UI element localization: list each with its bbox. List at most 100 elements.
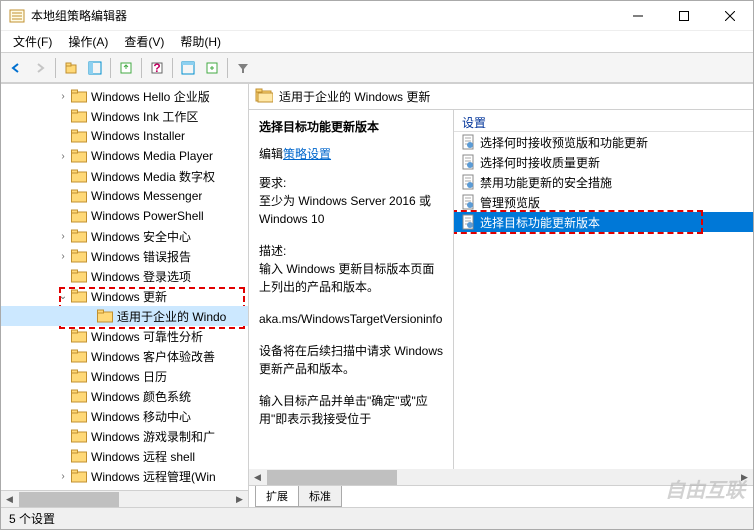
folder-icon [71,389,87,403]
expand-icon[interactable]: › [57,230,69,242]
collapse-icon[interactable]: ⌄ [57,290,69,302]
tree-item-label: Windows 游戏录制和广 [91,428,215,445]
details-panel: 适用于企业的 Windows 更新 选择目标功能更新版本 编辑策略设置 要求: … [249,84,753,507]
edit-policy-link[interactable]: 策略设置 [283,147,331,161]
tree-body[interactable]: ›Windows Hello 企业版Windows Ink 工作区Windows… [1,84,248,490]
tree-item[interactable]: Windows 登录选项 [1,266,248,286]
setting-item-label: 管理预览版 [480,194,540,211]
tree-item-label: Windows 远程 shell [91,448,195,465]
forward-button[interactable] [29,57,51,79]
setting-item[interactable]: 管理预览版 [454,192,753,212]
tree-item[interactable]: Windows 游戏录制和广 [1,426,248,446]
menu-view[interactable]: 查看(V) [116,31,172,52]
setting-item[interactable]: 选择何时接收质量更新 [454,152,753,172]
minimize-button[interactable] [615,1,661,31]
menu-action[interactable]: 操作(A) [60,31,116,52]
menu-help[interactable]: 帮助(H) [172,31,229,52]
tree-item-label: Windows Messenger [91,189,202,203]
show-hide-tree-button[interactable] [84,57,106,79]
tree-item-label: Windows Media Player [91,149,213,163]
scroll-left-icon[interactable]: ◀ [249,469,266,486]
tree-item[interactable]: Windows Installer [1,126,248,146]
setting-item[interactable]: 选择目标功能更新版本 [454,212,753,232]
description-panel: 选择目标功能更新版本 编辑策略设置 要求: 至少为 Windows Server… [249,110,454,485]
gpedit-window: 本地组策略编辑器 文件(F) 操作(A) 查看(V) 帮助(H) ? [0,0,754,530]
policy-icon [460,214,476,230]
tree-item-label: Windows 客户体验改善 [91,348,215,365]
refresh-button[interactable]: ? [146,57,168,79]
tree-item[interactable]: Windows 颜色系统 [1,386,248,406]
tree-item[interactable]: › Windows 安全中心 [1,226,248,246]
setting-item[interactable]: 禁用功能更新的安全措施 [454,172,753,192]
tab-extended[interactable]: 扩展 [255,486,299,507]
folder-icon [71,189,87,203]
folder-icon [71,149,87,163]
tree-item-label: Windows 安全中心 [91,228,191,245]
setting-item-label: 选择何时接收质量更新 [480,154,600,171]
setting-item-label: 选择何时接收预览版和功能更新 [480,134,648,151]
toolbar: ? [1,53,753,83]
statusbar-text: 5 个设置 [9,510,55,527]
filter-button[interactable] [232,57,254,79]
expand-icon[interactable]: › [57,90,69,102]
edit-policy-line: 编辑策略设置 [259,145,443,162]
tree-item[interactable]: Windows 移动中心 [1,406,248,426]
properties-button[interactable] [177,57,199,79]
tree-item[interactable]: Windows Ink 工作区 [1,106,248,126]
settings-column-header[interactable]: 设置 [454,110,753,132]
policy-icon [460,174,476,190]
tree-scrollbar-h[interactable]: ◀ ▶ [1,490,248,507]
svg-text:?: ? [153,61,160,75]
tree-item-label: Windows Hello 企业版 [91,88,210,105]
setting-item-label: 禁用功能更新的安全措施 [480,174,612,191]
close-button[interactable] [707,1,753,31]
settings-list[interactable]: 选择何时接收预览版和功能更新选择何时接收质量更新禁用功能更新的安全措施管理预览版… [454,132,753,485]
help-button[interactable] [201,57,223,79]
tree-item[interactable]: Windows Media 数字权 [1,166,248,186]
tree-item[interactable]: Windows 客户体验改善 [1,346,248,366]
tree-item[interactable]: 适用于企业的 Windo [1,306,248,326]
tree-item[interactable]: Windows 可靠性分析 [1,326,248,346]
tree-item-label: Windows Ink 工作区 [91,108,198,125]
expand-icon[interactable]: › [57,150,69,162]
setting-item[interactable]: 选择何时接收预览版和功能更新 [454,132,753,152]
folder-icon [71,289,87,303]
policy-icon [460,154,476,170]
policy-icon [460,134,476,150]
tree-item[interactable]: Windows 远程 shell [1,446,248,466]
policy-icon [460,194,476,210]
folder-icon [71,109,87,123]
expand-icon[interactable]: › [57,470,69,482]
folder-icon [71,229,87,243]
tree-item-label: 适用于企业的 Windo [117,308,226,325]
view-tabs: 扩展 标准 ◀ ▶ [249,485,753,507]
scroll-left-icon[interactable]: ◀ [1,491,18,507]
tree-item[interactable]: Windows PowerShell [1,206,248,226]
maximize-button[interactable] [661,1,707,31]
tab-standard[interactable]: 标准 [298,486,342,507]
titlebar: 本地组策略编辑器 [1,1,753,31]
export-button[interactable] [115,57,137,79]
tree-item-label: Windows PowerShell [91,209,204,223]
window-controls [615,1,753,31]
folder-icon [71,269,87,283]
content-area: ›Windows Hello 企业版Windows Ink 工作区Windows… [1,83,753,507]
requirements-section: 要求: 至少为 Windows Server 2016 或 Windows 10 [259,174,443,228]
tree-panel: ›Windows Hello 企业版Windows Ink 工作区Windows… [1,84,249,507]
app-icon [9,8,25,24]
tree-item[interactable]: Windows Messenger [1,186,248,206]
up-button[interactable] [60,57,82,79]
tree-item[interactable]: ›Windows 错误报告 [1,246,248,266]
scroll-right-icon[interactable]: ▶ [736,469,753,486]
tree-item[interactable]: ⌄Windows 更新 [1,286,248,306]
menu-file[interactable]: 文件(F) [5,31,60,52]
tree-item[interactable]: › Windows Media Player [1,146,248,166]
back-button[interactable] [5,57,27,79]
scroll-right-icon[interactable]: ▶ [231,491,248,507]
expand-icon[interactable]: › [57,250,69,262]
tree-item[interactable]: ›Windows 远程管理(Win [1,466,248,486]
tree-item[interactable]: Windows 日历 [1,366,248,386]
folder-open-icon [255,87,273,106]
folder-icon [97,309,113,323]
tree-item[interactable]: › Windows Hello 企业版 [1,86,248,106]
